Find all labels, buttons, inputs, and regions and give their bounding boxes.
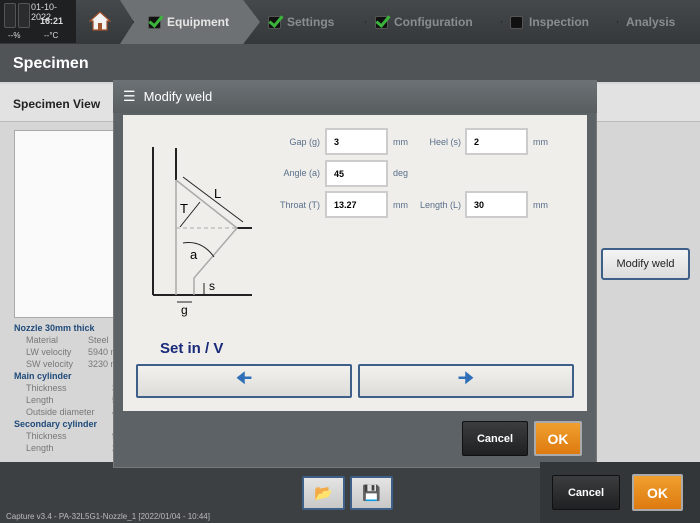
- tab-label: Configuration: [394, 15, 473, 29]
- battery-level: --%: [8, 31, 21, 40]
- heel-input[interactable]: 2: [465, 128, 528, 155]
- specimen-view-canvas: [14, 130, 122, 318]
- ok-button[interactable]: OK: [632, 474, 683, 511]
- diagram-label-g: g: [181, 303, 188, 317]
- specimen-properties: Nozzle 30mm thick Material Steel LW veloc…: [14, 322, 118, 454]
- cancel-button[interactable]: Cancel: [552, 475, 620, 510]
- tab-label: Equipment: [167, 15, 229, 29]
- heel-unit: mm: [533, 137, 548, 147]
- save-button[interactable]: 💾: [350, 476, 393, 510]
- dialog-ok-button[interactable]: OK: [534, 421, 582, 456]
- dialog-title-bar: ☰ Modify weld: [113, 80, 597, 113]
- diagram-label-s: s: [209, 279, 215, 293]
- page-title: Specimen: [0, 44, 700, 82]
- property-row: Material Steel: [14, 334, 118, 346]
- checkbox-checked-icon: [268, 15, 281, 29]
- version-info: Capture v3.4 - PA-32L5G1-Nozzle_1 [2022/…: [6, 512, 210, 521]
- modify-weld-button[interactable]: Modify weld: [601, 248, 690, 280]
- set-in-label: Set in / V: [160, 340, 224, 357]
- tab-analysis[interactable]: Analysis: [626, 0, 675, 44]
- section-title: Nozzle 30mm thick: [14, 323, 95, 333]
- next-button[interactable]: 🠊: [358, 364, 574, 398]
- arrow-right-icon: 🠊: [457, 368, 475, 388]
- property-label: Thickness: [26, 431, 67, 441]
- property-label: Material: [26, 335, 59, 345]
- checkbox-checked-icon: [375, 15, 388, 29]
- menu-icon[interactable]: ☰: [123, 88, 136, 105]
- dialog-cancel-button[interactable]: Cancel: [462, 421, 528, 456]
- property-row: LW velocity 5940 m: [14, 346, 118, 358]
- length-unit: mm: [533, 200, 548, 210]
- throat-label: Throat (T): [279, 200, 320, 210]
- property-row: Outside diameter4: [14, 406, 118, 418]
- tab-configuration[interactable]: Configuration: [375, 0, 473, 44]
- length-label: Length (L): [419, 200, 461, 210]
- previous-button[interactable]: 🠈: [136, 364, 352, 398]
- tab-label: Inspection: [529, 15, 590, 29]
- heel-label: Heel (s): [429, 137, 461, 147]
- floppy-disk-icon: 💾: [362, 485, 381, 502]
- section-title: Main cylinder: [14, 371, 72, 381]
- tab-equipment[interactable]: Equipment: [148, 0, 229, 44]
- gap-input[interactable]: 3: [325, 128, 388, 155]
- battery-icon: [4, 3, 16, 28]
- property-label: Length: [26, 395, 54, 405]
- temperature: --°C: [44, 31, 59, 40]
- property-row: Length2: [14, 442, 118, 454]
- property-value: Steel: [88, 335, 109, 345]
- dialog-title: Modify weld: [143, 89, 213, 104]
- diagram-label-T: T: [180, 201, 188, 216]
- diagram-label-L: L: [214, 186, 221, 201]
- checkbox-empty-icon: [510, 15, 523, 29]
- length-input[interactable]: 30: [465, 191, 528, 218]
- checkbox-checked-icon: [148, 15, 161, 29]
- property-row: Thickness9: [14, 430, 118, 442]
- home-icon: [88, 11, 112, 31]
- property-row: Thickness3: [14, 382, 118, 394]
- tab-label: Settings: [287, 15, 335, 29]
- section-title: Secondary cylinder: [14, 419, 98, 429]
- folder-icon: 📂: [314, 485, 333, 502]
- property-row: Length5: [14, 394, 118, 406]
- diagram-label-a: a: [190, 247, 198, 262]
- property-row: SW velocity 3230 m: [14, 358, 118, 370]
- time: 16:21: [40, 16, 64, 26]
- gap-label: Gap (g): [289, 137, 320, 147]
- property-label: SW velocity: [26, 359, 74, 369]
- weld-diagram: L T a s g: [152, 147, 252, 317]
- tab-inspection[interactable]: Inspection: [510, 0, 589, 44]
- property-label: LW velocity: [26, 347, 72, 357]
- property-label: Thickness: [26, 383, 67, 393]
- tab-label: Analysis: [626, 15, 676, 29]
- status-panel: 01-10-2022 16:21 --% --°C: [0, 0, 76, 43]
- home-button[interactable]: [88, 9, 112, 33]
- battery-icon: [18, 3, 30, 28]
- angle-label: Angle (a): [283, 168, 320, 178]
- angle-input[interactable]: 45: [325, 160, 388, 187]
- arrow-left-icon: 🠈: [235, 368, 253, 388]
- property-label: Outside diameter: [26, 407, 95, 417]
- tab-settings[interactable]: Settings: [268, 0, 334, 44]
- open-file-button[interactable]: 📂: [302, 476, 345, 510]
- property-label: Length: [26, 443, 54, 453]
- throat-input[interactable]: 13.27: [325, 191, 388, 218]
- angle-unit: deg: [393, 168, 409, 178]
